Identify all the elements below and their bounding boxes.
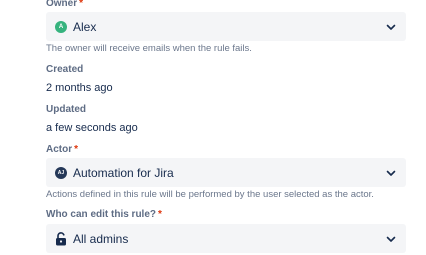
actor-value: Automation for Jira: [73, 165, 174, 180]
owner-value: Alex: [73, 19, 97, 34]
editors-select[interactable]: All admins: [46, 224, 406, 253]
created-value: 2 months ago: [46, 82, 113, 94]
editors-label: Who can edit this rule? *: [46, 208, 162, 220]
required-asterisk: *: [79, 0, 84, 9]
owner-avatar: A: [55, 20, 67, 33]
owner-help-text: The owner will receive emails when the r…: [46, 43, 252, 54]
chevron-down-icon: [384, 20, 398, 34]
owner-label: Owner *: [46, 0, 83, 9]
required-asterisk: *: [74, 143, 79, 155]
chevron-down-icon: [384, 166, 398, 180]
actor-select[interactable]: AJ Automation for Jira: [46, 158, 406, 187]
actor-avatar: AJ: [55, 166, 67, 179]
chevron-down-icon: [384, 232, 398, 246]
actor-label: Actor *: [46, 143, 79, 155]
actor-help-text: Actions defined in this rule will be per…: [46, 189, 374, 200]
required-asterisk: *: [158, 208, 162, 220]
created-label: Created: [46, 63, 84, 75]
unlock-icon: [55, 231, 67, 246]
owner-select[interactable]: A Alex: [46, 12, 406, 41]
editors-value: All admins: [73, 231, 129, 246]
updated-label: Updated: [46, 103, 86, 115]
updated-value: a few seconds ago: [46, 122, 138, 134]
